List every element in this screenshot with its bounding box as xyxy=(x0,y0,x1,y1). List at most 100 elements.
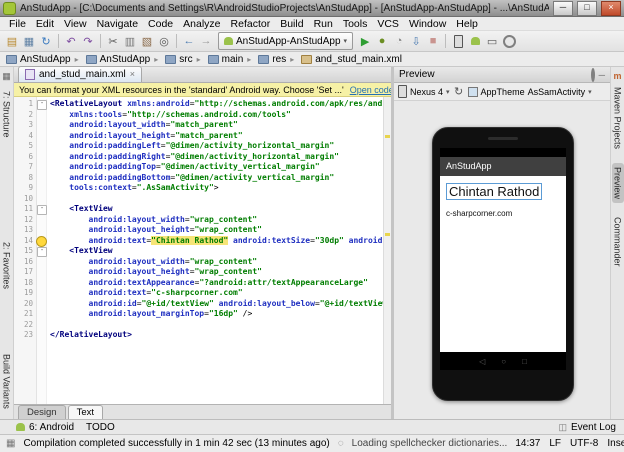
settings-button[interactable] xyxy=(501,33,517,49)
warning-mark-icon[interactable] xyxy=(385,135,390,138)
menu-file[interactable]: File xyxy=(4,18,31,30)
rotate-device-icon[interactable]: ↻ xyxy=(453,84,465,100)
preview-textview-secondary[interactable]: c-sharpcorner.com xyxy=(446,209,560,218)
menu-analyze[interactable]: Analyze xyxy=(178,18,225,30)
breadcrumb-file[interactable]: and_stud_main.xml xyxy=(286,54,402,65)
minimize-button[interactable]: ─ xyxy=(553,0,573,16)
tool-button-todo[interactable]: TODO xyxy=(86,422,115,433)
android-monitor-button[interactable]: ▭ xyxy=(484,33,500,49)
event-log-button[interactable]: ◫ Event Log xyxy=(558,422,616,433)
insert-mode-widget[interactable]: Insert xyxy=(607,438,624,449)
preview-textview-primary[interactable]: Chintan Rathod xyxy=(446,183,543,200)
fold-marker-icon[interactable]: - xyxy=(37,205,47,215)
menu-help[interactable]: Help xyxy=(451,18,483,30)
hide-panel-icon[interactable]: ─ xyxy=(599,70,605,80)
menu-view[interactable]: View xyxy=(59,18,92,30)
code-line[interactable]: android:layout_width="match_parent" xyxy=(50,120,383,131)
line-separator-widget[interactable]: LF xyxy=(549,438,561,449)
tool-button-preview[interactable]: Preview xyxy=(611,163,624,204)
breadcrumb-module[interactable]: AnStudApp xyxy=(71,54,150,65)
debug-button[interactable]: ● xyxy=(374,33,390,49)
code-line[interactable]: android:layout_width="wrap_content" xyxy=(50,257,383,268)
tab-design[interactable]: Design xyxy=(18,405,66,419)
warning-mark-icon[interactable] xyxy=(385,233,390,236)
tool-button-android[interactable]: 6: Android xyxy=(16,422,74,433)
error-stripe[interactable] xyxy=(383,97,391,404)
intention-bulb-icon[interactable] xyxy=(36,235,47,247)
code-line[interactable]: android:id="@+id/textView" android:layou… xyxy=(50,299,383,310)
breadcrumb-project[interactable]: AnStudApp xyxy=(6,54,71,65)
stop-button[interactable]: ■ xyxy=(425,33,441,49)
menu-edit[interactable]: Edit xyxy=(31,18,59,30)
breadcrumb-res[interactable]: res xyxy=(243,54,286,65)
tool-button-favorites[interactable]: 2: Favorites xyxy=(1,238,13,293)
cut-icon[interactable]: ✂ xyxy=(105,33,121,49)
forward-icon[interactable]: → xyxy=(198,33,214,49)
run-button[interactable]: ▶ xyxy=(357,33,373,49)
maximize-button[interactable]: □ xyxy=(577,0,597,16)
menu-refactor[interactable]: Refactor xyxy=(226,18,276,30)
code-line[interactable]: android:paddingTop="@dimen/activity_vert… xyxy=(50,162,383,173)
code-line[interactable] xyxy=(50,194,383,205)
tab-text[interactable]: Text xyxy=(67,405,104,419)
tool-button-maven-projects[interactable]: Maven Projects xyxy=(612,83,624,153)
back-icon[interactable]: ← xyxy=(181,33,197,49)
device-screen[interactable]: AnStudApp Chintan Rathod c-sharpcorner.c… xyxy=(440,148,566,370)
menu-tools[interactable]: Tools xyxy=(338,18,373,30)
menu-code[interactable]: Code xyxy=(143,18,178,30)
tool-window-switcher-icon[interactable]: ▦ xyxy=(6,438,15,449)
code-line[interactable]: android:text="Chintan Rathod" android:te… xyxy=(50,235,383,247)
menu-build[interactable]: Build xyxy=(275,18,308,30)
close-button[interactable]: × xyxy=(601,0,621,16)
device-selector[interactable]: Nexus 4 xyxy=(410,87,443,97)
avd-manager-button[interactable] xyxy=(450,33,466,49)
copy-icon[interactable]: ▥ xyxy=(122,33,138,49)
save-all-icon[interactable]: ▦ xyxy=(21,33,37,49)
sync-icon[interactable]: ↻ xyxy=(38,33,54,49)
code-line[interactable]: </RelativeLayout> xyxy=(50,330,383,341)
open-icon[interactable]: ▤ xyxy=(4,33,20,49)
fold-marker-icon[interactable]: - xyxy=(37,247,47,257)
code-line[interactable]: android:textAppearance="?android:attr/te… xyxy=(50,278,383,289)
code-line[interactable]: android:paddingRight="@dimen/activity_ho… xyxy=(50,152,383,163)
undo-icon[interactable]: ↶ xyxy=(63,33,79,49)
preview-canvas[interactable]: AnStudApp Chintan Rathod c-sharpcorner.c… xyxy=(394,101,610,419)
theme-selector[interactable]: AppTheme xyxy=(481,87,525,97)
tool-button-build-variants[interactable]: Build Variants xyxy=(1,350,13,413)
code-line[interactable]: <TextView xyxy=(50,246,383,257)
menu-run[interactable]: Run xyxy=(309,18,338,30)
code-line[interactable]: android:text="c-sharpcorner.com" xyxy=(50,288,383,299)
code-line[interactable] xyxy=(50,320,383,331)
code-editor[interactable]: 1 2 3 4 5 6 7 8 9 10 11 12 13 14 15 16 17 18 19 20 21 22 23 - -… xyxy=(14,97,391,404)
open-code-style-settings-link[interactable]: Open code style settings xyxy=(350,85,391,95)
code-line[interactable]: <RelativeLayout xmlns:android="http://sc… xyxy=(50,99,383,110)
sdk-manager-button[interactable] xyxy=(467,33,483,49)
code-line[interactable]: android:layout_height="wrap_content" xyxy=(50,267,383,278)
breadcrumb-main[interactable]: main xyxy=(193,54,243,65)
activity-selector[interactable]: AsSamActivity xyxy=(528,87,586,97)
code-line[interactable]: android:paddingLeft="@dimen/activity_hor… xyxy=(50,141,383,152)
close-tab-icon[interactable]: × xyxy=(130,70,135,79)
find-icon[interactable]: ◎ xyxy=(156,33,172,49)
tool-button-structure[interactable]: 7: Structure xyxy=(1,87,13,142)
breadcrumb-src[interactable]: src xyxy=(150,54,193,65)
code-line[interactable]: android:layout_width="wrap_content" xyxy=(50,215,383,226)
code-line[interactable]: android:layout_height="wrap_content" xyxy=(50,225,383,236)
menu-navigate[interactable]: Navigate xyxy=(92,18,143,30)
gutter-numbers[interactable]: 1 2 3 4 5 6 7 8 9 10 11 12 13 14 15 16 17 18 19 20 21 22 23 xyxy=(14,97,37,404)
coverage-button[interactable]: ◔ xyxy=(391,33,407,49)
code-line[interactable]: android:layout_marginTop="16dp" /> xyxy=(50,309,383,320)
menu-vcs[interactable]: VCS xyxy=(372,18,404,30)
paste-icon[interactable]: ▧ xyxy=(139,33,155,49)
attach-debugger-button[interactable]: ⇩ xyxy=(408,33,424,49)
code-line[interactable]: xmlns:tools="http://schemas.android.com/… xyxy=(50,110,383,121)
code-lines[interactable]: <RelativeLayout xmlns:android="http://sc… xyxy=(47,97,383,404)
code-line[interactable]: android:paddingBottom="@dimen/activity_v… xyxy=(50,173,383,184)
tool-button-commander[interactable]: Commander xyxy=(612,213,624,271)
code-line[interactable]: tools:context=".AsSamActivity"> xyxy=(50,183,383,194)
fold-marker-icon[interactable]: - xyxy=(37,100,47,110)
code-line[interactable]: android:layout_height="match_parent" xyxy=(50,131,383,142)
redo-icon[interactable]: ↷ xyxy=(80,33,96,49)
encoding-widget[interactable]: UTF-8 xyxy=(570,438,598,449)
run-configuration-dropdown[interactable]: AnStudApp-AnStudApp ▾ xyxy=(218,32,354,50)
